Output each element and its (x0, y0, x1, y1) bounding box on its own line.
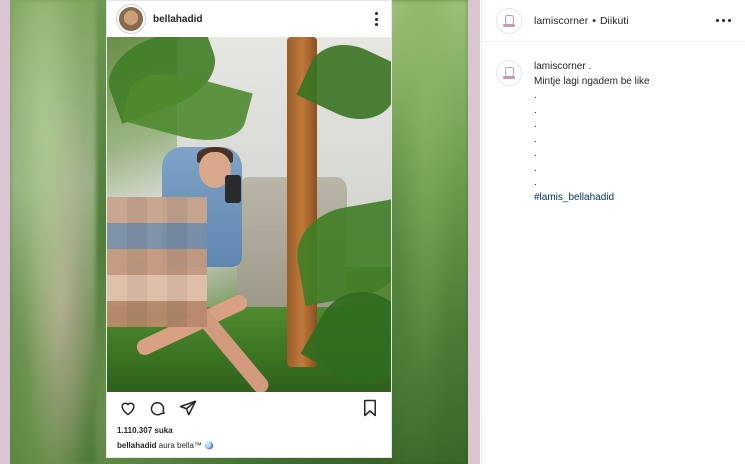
caption-line: . (534, 177, 537, 188)
caption-body: lamiscorner . Mintje lagi ngadem be like… (534, 60, 650, 205)
send-icon (177, 397, 199, 419)
bookmark-icon (359, 397, 381, 419)
photo-censor-pixelation (107, 197, 207, 327)
caption-line: . (534, 90, 537, 101)
post-sidebar: lamiscorner • Diikuti lamiscorner . Mintje… (481, 0, 745, 464)
caption-comment: lamiscorner . Mintje lagi ngadem be like… (482, 42, 745, 205)
embedded-avatar (117, 5, 145, 33)
embedded-photo (107, 37, 391, 392)
post-image[interactable]: bellahadid 1.110.307 suka bellahadid aur… (10, 0, 468, 464)
post-media-panel: bellahadid 1.110.307 suka bellahadid aur… (0, 0, 480, 464)
heart-icon (117, 397, 139, 419)
caption-username-line: lamiscorner . (534, 60, 650, 75)
hashtag-link[interactable]: #lamis_bellahadid (534, 191, 650, 206)
more-vertical-icon (371, 12, 381, 26)
caption-line: . (534, 119, 537, 130)
profile-logo-icon (502, 66, 516, 80)
embedded-username: bellahadid (153, 13, 203, 25)
blurred-background-left (10, 0, 96, 464)
embedded-caption-text: aura bella™ 🪩 (158, 441, 215, 450)
embedded-action-bar (107, 392, 391, 424)
embedded-caption-user: bellahadid (117, 441, 157, 450)
header-username[interactable]: lamiscorner (534, 15, 588, 27)
avatar[interactable] (496, 7, 522, 34)
follow-status-button[interactable]: Diikuti (600, 15, 629, 27)
more-horizontal-icon[interactable] (716, 19, 731, 22)
embedded-caption: bellahadid aura bella™ 🪩 (107, 441, 391, 450)
photo-phone (225, 175, 241, 203)
embedded-like-count: 1.110.307 suka (117, 426, 173, 435)
avatar[interactable] (496, 60, 522, 86)
post-header: lamiscorner • Diikuti (482, 0, 745, 42)
caption-username[interactable]: lamiscorner (534, 61, 586, 72)
caption-line: . (534, 148, 537, 159)
caption-line: Mintje lagi ngadem be like (534, 75, 650, 87)
caption-line: . (534, 104, 537, 116)
header-separator: • (592, 14, 596, 27)
embedded-card-header: bellahadid (107, 1, 391, 37)
profile-logo-icon (502, 14, 516, 28)
comment-icon (147, 397, 169, 419)
caption-line: . (534, 133, 537, 145)
post-header-title: lamiscorner • Diikuti (534, 15, 716, 27)
caption-username-suffix: . (585, 61, 592, 72)
caption-line: . (534, 162, 537, 174)
embedded-instagram-card: bellahadid 1.110.307 suka bellahadid aur… (106, 0, 392, 458)
instagram-post-view: bellahadid 1.110.307 suka bellahadid aur… (0, 0, 745, 464)
blurred-background-right (382, 0, 468, 464)
